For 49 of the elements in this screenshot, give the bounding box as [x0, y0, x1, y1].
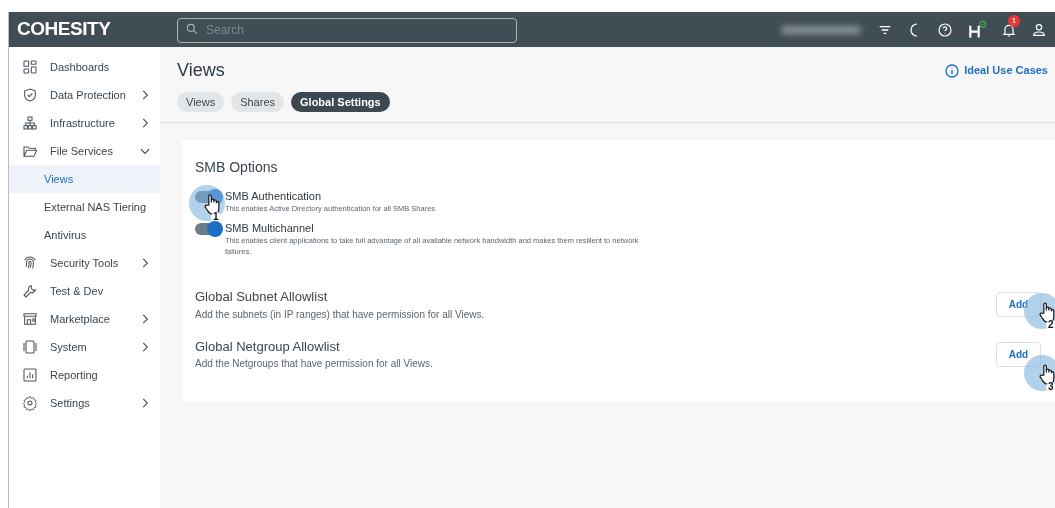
step-number: 1: [211, 212, 221, 222]
hierarchy-icon: [22, 115, 38, 131]
section-title: SMB Options: [195, 158, 279, 177]
storefront-icon: [22, 311, 38, 327]
tab[interactable]: Global Settings: [291, 92, 390, 112]
folder-icon: [22, 143, 38, 159]
grid-icon: [22, 59, 38, 75]
nav-item[interactable]: System: [9, 333, 160, 361]
search-field[interactable]: Search: [177, 17, 517, 43]
search-icon: [185, 22, 199, 36]
nav-item[interactable]: Reporting: [9, 361, 160, 389]
health-check-icon[interactable]: [967, 19, 987, 40]
help-link[interactable]: Ideal Use Cases: [944, 62, 1048, 79]
report-icon: [22, 367, 38, 383]
settings-icon: [22, 395, 38, 411]
tab[interactable]: Shares: [231, 92, 284, 112]
allowlist-title: Global Netgroup Allowlist: [195, 337, 341, 356]
nav-subitem[interactable]: Views: [9, 165, 160, 193]
toggle-label: SMB Authentication: [225, 190, 322, 203]
nav-item[interactable]: Test & Dev: [9, 277, 160, 305]
step-number: 3: [1046, 381, 1055, 392]
info-icon: [944, 62, 961, 79]
toggle-label: SMB Multichannel: [225, 222, 315, 235]
step-number: 2: [1046, 320, 1055, 331]
nav-subitem[interactable]: Antivirus: [9, 221, 160, 249]
wrench-icon: [22, 283, 38, 299]
toggle-switch[interactable]: [195, 223, 221, 235]
nav-subitem[interactable]: External NAS Tiering: [9, 193, 160, 221]
notification-badge: 1: [1008, 14, 1020, 27]
nav-item[interactable]: Dashboards: [9, 53, 160, 81]
nav-item[interactable]: Infrastructure: [9, 109, 160, 137]
help-icon[interactable]: [937, 21, 953, 38]
nav-item[interactable]: Security Tools: [9, 249, 160, 277]
nav-item[interactable]: Data Protection: [9, 81, 160, 109]
page-title: Views: [177, 59, 226, 82]
allowlist-description: Add the Netgroups that have permission for all Views.: [195, 357, 434, 371]
logo: COHESITY: [16, 17, 112, 42]
nav-item[interactable]: File Services: [9, 137, 160, 165]
add-button[interactable]: Add: [996, 292, 1041, 318]
allowlist-title: Global Subnet Allowlist: [195, 288, 329, 306]
tab[interactable]: Views: [177, 92, 225, 112]
allowlist-description: Add the subnets (in IP ranges) that have permission for all Views.: [195, 307, 486, 322]
nav-item[interactable]: Settings: [9, 389, 160, 417]
add-button[interactable]: Add: [996, 341, 1041, 367]
user-icon[interactable]: [1031, 21, 1047, 38]
fingerprint-icon: [22, 255, 38, 271]
device-icon: [22, 339, 38, 355]
shield-icon: [22, 87, 38, 103]
nav-item[interactable]: Marketplace: [9, 305, 160, 333]
